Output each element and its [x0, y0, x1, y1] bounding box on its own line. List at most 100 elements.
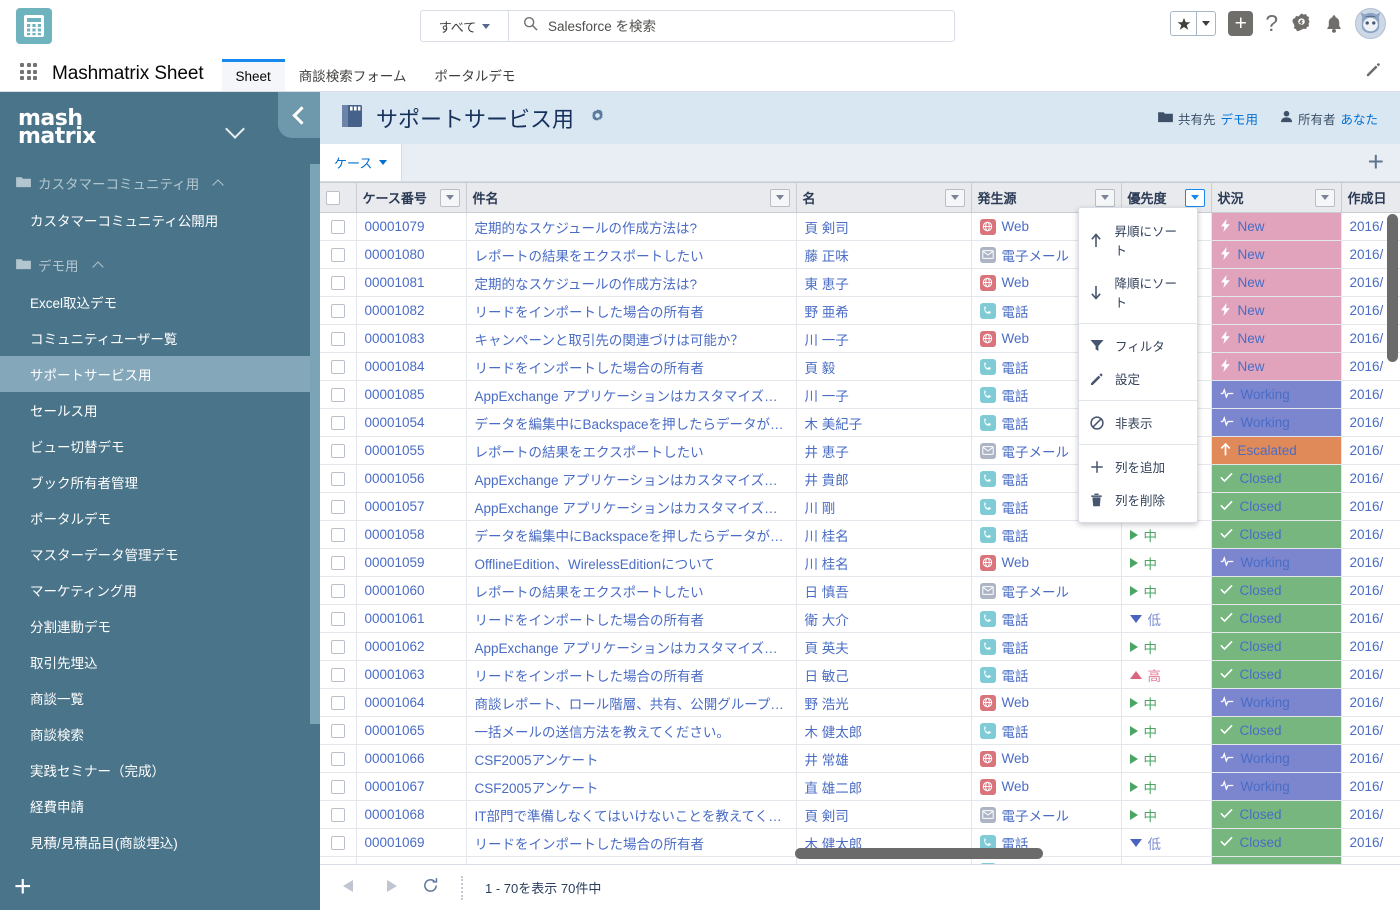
grid-scroll-container[interactable]: ケース番号 件名 名 発生源 優先度 状況 作成日 00001079 定期的なス…	[320, 182, 1400, 864]
row-checkbox[interactable]	[330, 780, 345, 795]
sidebar-item-expense-request[interactable]: 経費申請	[0, 788, 310, 824]
add-icon[interactable]: +	[1228, 11, 1254, 36]
cell-priority[interactable]: 中	[1121, 716, 1212, 745]
cell-case-no[interactable]: 00001082	[356, 296, 467, 325]
cell-subject[interactable]: CSF2005アンケート	[466, 744, 797, 773]
row-select-cell[interactable]	[320, 576, 357, 605]
sidebar-item-book-owner-management[interactable]: ブック所有者管理	[0, 464, 310, 500]
sidebar-item-practice-seminar[interactable]: 実践セミナー（完成）	[0, 752, 310, 788]
tab-portal-demo[interactable]: ポータルデモ	[420, 59, 529, 91]
cell-subject[interactable]: レポートの結果をエクスポートしたい	[466, 436, 797, 465]
cell-status[interactable]: New	[1211, 240, 1342, 269]
row-checkbox[interactable]	[330, 808, 345, 823]
cell-case-no[interactable]: 00001066	[356, 744, 467, 773]
column-menu-button[interactable]	[1314, 188, 1335, 207]
global-search-bar[interactable]: すべて	[420, 10, 955, 42]
cell-case-no[interactable]: 00001084	[356, 352, 467, 381]
row-checkbox[interactable]	[330, 416, 345, 431]
row-select-cell[interactable]	[320, 548, 357, 577]
sidebar-item-master-data-management-demo[interactable]: マスターデータ管理デモ	[0, 536, 310, 572]
user-avatar[interactable]	[1355, 8, 1386, 39]
cell-status[interactable]: Closed	[1211, 800, 1342, 829]
sidebar-item-opportunity-search[interactable]: 商談検索	[0, 716, 310, 752]
sidebar-item-portal-demo[interactable]: ポータルデモ	[0, 500, 310, 536]
cell-case-no[interactable]: 00001067	[356, 772, 467, 801]
cell-name[interactable]: 日 敏己	[796, 660, 972, 689]
cell-source[interactable]: Web	[971, 772, 1122, 801]
table-row[interactable]: 00001054 データを編集中にBackspaceを押したらデータが… 木 美紀子…	[320, 408, 1400, 437]
row-checkbox[interactable]	[330, 472, 345, 487]
cell-subject[interactable]: リードをインポートした場合の所有者	[466, 352, 797, 381]
cell-name[interactable]: 頁 英夫	[796, 632, 972, 661]
table-row[interactable]: 00001062 AppExchange アプリケーションはカスタマイズ… 頁 英夫…	[320, 632, 1400, 661]
cell-name[interactable]: 川 剛	[796, 492, 972, 521]
cell-case-no[interactable]: 00001060	[356, 576, 467, 605]
sidebar-item-support-service[interactable]: サポートサービス用	[0, 356, 310, 392]
table-row[interactable]: 00001082 リードをインポートした場合の所有者野 亜希 電話 New 2016/	[320, 296, 1400, 325]
row-select-cell[interactable]	[320, 660, 357, 689]
table-row[interactable]: 00001079 定期的なスケジュールの作成方法は? 頁 剣司 Web New 2016/	[320, 212, 1400, 241]
cell-name[interactable]: 衛 大介	[796, 604, 972, 633]
cell-subject[interactable]: レポートの結果をエクスポートしたい	[466, 240, 797, 269]
column-menu-button[interactable]	[944, 188, 965, 207]
cell-case-no[interactable]: 00001068	[356, 800, 467, 829]
cell-subject[interactable]: キャンペーンと取引先の関連づけは可能か？	[466, 324, 797, 353]
sidebar-item-excel-import-demo[interactable]: Excel取込デモ	[0, 284, 310, 320]
row-checkbox[interactable]	[330, 612, 345, 627]
cell-case-no[interactable]: 00001062	[356, 632, 467, 661]
row-select-cell[interactable]	[320, 464, 357, 493]
owner-value[interactable]: あなた	[1340, 109, 1378, 128]
table-row[interactable]: 00001060 レポートの結果をエクスポートしたい日 慎吾 電子メール中 Close…	[320, 576, 1400, 605]
cell-status[interactable]: Closed	[1211, 716, 1342, 745]
tab-opportunity-search-form[interactable]: 商談検索フォーム	[285, 59, 421, 91]
row-select-cell[interactable]	[320, 324, 357, 353]
table-row[interactable]: 00001068 IT部門で準備しなくてはいけないことを教えてく… 頁 剣司 電子メー…	[320, 800, 1400, 829]
column-header-case-no[interactable]: ケース番号	[356, 182, 467, 213]
table-row[interactable]: 00001065 一括メールの送信方法を教えてください。木 健太郎 電話中 Close…	[320, 716, 1400, 745]
app-launcher-icon[interactable]	[20, 63, 38, 81]
cell-case-no[interactable]: 00001059	[356, 548, 467, 577]
cell-name[interactable]: 川 桂名	[796, 548, 972, 577]
cell-subject[interactable]: AppExchange アプリケーションはカスタマイズ…	[466, 380, 797, 409]
row-select-cell[interactable]	[320, 744, 357, 773]
cell-case-no[interactable]: 00001081	[356, 268, 467, 297]
cell-case-no[interactable]: 00001054	[356, 408, 467, 437]
cell-source[interactable]: Web	[971, 744, 1122, 773]
row-checkbox[interactable]	[330, 640, 345, 655]
cell-source[interactable]: 電子メール	[971, 800, 1122, 829]
cell-name[interactable]: 井 恵子	[796, 436, 972, 465]
salesforce-app-logo[interactable]	[16, 8, 52, 44]
row-select-cell[interactable]	[320, 380, 357, 409]
cell-name[interactable]: 藤 正味	[796, 240, 972, 269]
row-select-cell[interactable]	[320, 240, 357, 269]
row-checkbox[interactable]	[330, 500, 345, 515]
cell-priority[interactable]: 中	[1121, 744, 1212, 773]
cell-status[interactable]: Closed	[1211, 660, 1342, 689]
row-checkbox[interactable]	[330, 696, 345, 711]
vertical-scrollbar[interactable]	[1387, 214, 1398, 864]
column-header-subject[interactable]: 件名	[466, 182, 797, 213]
cell-subject[interactable]: 商談レポート、ロール階層、共有、公開グループ…	[466, 688, 797, 717]
cell-case-no[interactable]: 00001080	[356, 240, 467, 269]
cell-status[interactable]: Closed	[1211, 632, 1342, 661]
cell-case-no[interactable]: 00001057	[356, 492, 467, 521]
help-icon[interactable]: ?	[1265, 12, 1278, 35]
cell-case-no[interactable]: 00001079	[356, 212, 467, 241]
table-row[interactable]: 00001067 CSF2005アンケート直 雄二郎 Web 中 Working 2016…	[320, 772, 1400, 801]
pencil-icon[interactable]	[1365, 61, 1382, 83]
menu-item-settings[interactable]: 設定	[1079, 362, 1197, 395]
cell-status[interactable]: Working	[1211, 772, 1342, 801]
favorites-dropdown-icon[interactable]	[1196, 12, 1215, 35]
table-row[interactable]: 00001083 キャンペーンと取引先の関連づけは可能か？川 一子 Web New 20…	[320, 324, 1400, 353]
cell-priority[interactable]: 中	[1121, 800, 1212, 829]
row-select-cell[interactable]	[320, 520, 357, 549]
setup-gear-icon[interactable]	[1290, 12, 1313, 35]
cell-name[interactable]: 井 常雄	[796, 744, 972, 773]
column-header-created[interactable]: 作成日	[1341, 182, 1400, 213]
cell-case-no[interactable]: 00001063	[356, 660, 467, 689]
row-select-cell[interactable]	[320, 296, 357, 325]
cell-status[interactable]: Working	[1211, 688, 1342, 717]
cell-name[interactable]: 川 一子	[796, 380, 972, 409]
table-row[interactable]: 00001057 AppExchange アプリケーションはカスタマイズ… 川 剛電…	[320, 492, 1400, 521]
sidebar-book-list[interactable]: カスタマーコミュニティ用 カスタマーコミュニティ公開用 デモ用 Excel取込デ…	[0, 164, 310, 864]
